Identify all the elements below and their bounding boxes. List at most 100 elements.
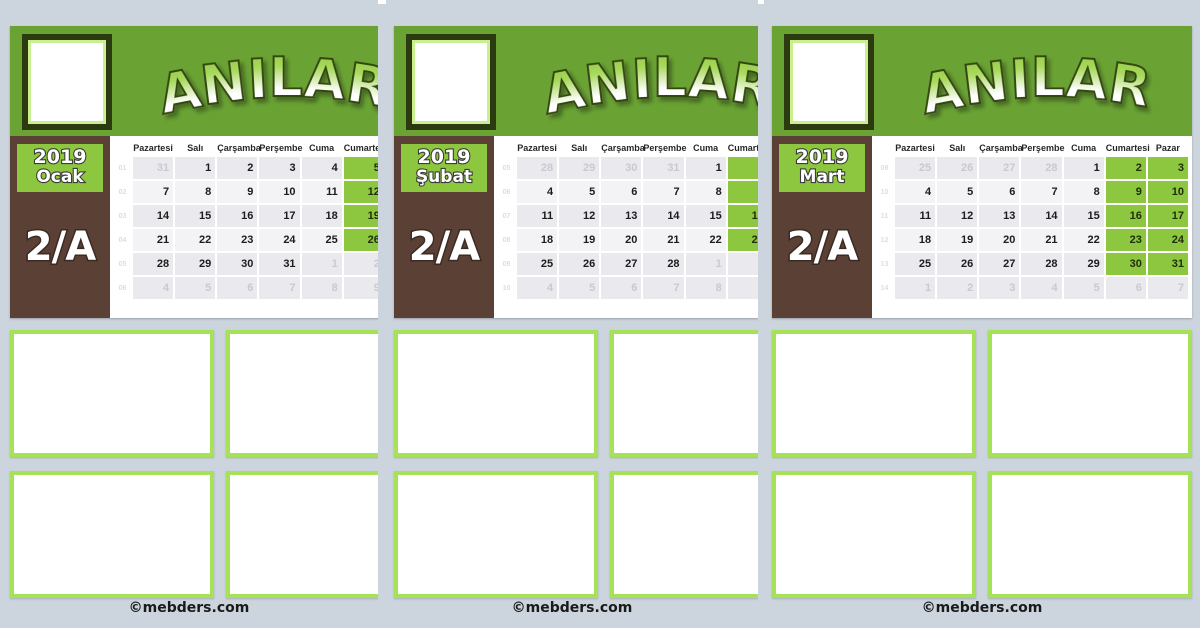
day-cell[interactable]: 16	[217, 205, 258, 227]
photo-frame[interactable]	[772, 330, 976, 457]
day-cell[interactable]: 28	[643, 253, 684, 275]
day-cell[interactable]: 18	[301, 205, 342, 227]
day-cell[interactable]: 1	[1063, 157, 1104, 179]
day-cell[interactable]: 15	[685, 205, 726, 227]
day-cell[interactable]: 16	[1105, 205, 1146, 227]
day-cell[interactable]: 25	[895, 157, 936, 179]
day-cell[interactable]: 4	[1021, 277, 1062, 299]
day-cell[interactable]: 21	[133, 229, 174, 251]
day-cell[interactable]: 28	[1021, 157, 1062, 179]
day-cell[interactable]: 28	[1021, 253, 1062, 275]
day-cell[interactable]: 3	[259, 157, 300, 179]
day-cell[interactable]: 17	[259, 205, 300, 227]
day-cell[interactable]: 31	[133, 157, 174, 179]
day-cell[interactable]: 27	[979, 253, 1020, 275]
day-cell[interactable]: 26	[937, 253, 978, 275]
day-cell[interactable]: 3	[979, 277, 1020, 299]
day-cell[interactable]: 5	[559, 277, 600, 299]
day-cell[interactable]: 25	[895, 253, 936, 275]
day-cell[interactable]: 2	[727, 157, 758, 179]
header-photo-frame[interactable]	[22, 34, 112, 130]
day-cell[interactable]: 31	[643, 157, 684, 179]
day-cell[interactable]: 4	[517, 181, 558, 203]
day-cell[interactable]: 23	[727, 229, 758, 251]
day-cell[interactable]: 14	[1021, 205, 1062, 227]
day-cell[interactable]: 1	[685, 253, 726, 275]
day-cell[interactable]: 6	[217, 277, 258, 299]
day-cell[interactable]: 8	[685, 277, 726, 299]
day-cell[interactable]: 13	[979, 205, 1020, 227]
day-cell[interactable]: 24	[259, 229, 300, 251]
day-cell[interactable]: 7	[259, 277, 300, 299]
day-cell[interactable]: 8	[175, 181, 216, 203]
day-cell[interactable]: 4	[517, 277, 558, 299]
day-cell[interactable]: 31	[1147, 253, 1188, 275]
photo-frame[interactable]	[10, 330, 214, 457]
day-cell[interactable]: 21	[643, 229, 684, 251]
day-cell[interactable]: 1	[301, 253, 342, 275]
day-cell[interactable]: 9	[1105, 181, 1146, 203]
day-cell[interactable]: 5	[1063, 277, 1104, 299]
photo-frame[interactable]	[226, 330, 378, 457]
day-cell[interactable]: 21	[1021, 229, 1062, 251]
photo-frame[interactable]	[394, 330, 598, 457]
day-cell[interactable]: 4	[133, 277, 174, 299]
photo-frame[interactable]	[988, 330, 1192, 457]
photo-frame[interactable]	[10, 471, 214, 598]
day-cell[interactable]: 6	[1105, 277, 1146, 299]
day-cell[interactable]: 20	[601, 229, 642, 251]
header-photo-frame[interactable]	[784, 34, 874, 130]
day-cell[interactable]: 5	[175, 277, 216, 299]
day-cell[interactable]: 29	[1063, 253, 1104, 275]
day-cell[interactable]: 19	[343, 205, 378, 227]
day-cell[interactable]: 7	[133, 181, 174, 203]
day-cell[interactable]: 8	[301, 277, 342, 299]
day-cell[interactable]: 9	[727, 181, 758, 203]
photo-frame[interactable]	[772, 471, 976, 598]
day-cell[interactable]: 2	[1105, 157, 1146, 179]
day-cell[interactable]: 23	[217, 229, 258, 251]
day-cell[interactable]: 2	[937, 277, 978, 299]
day-cell[interactable]: 6	[601, 277, 642, 299]
day-cell[interactable]: 14	[643, 205, 684, 227]
day-cell[interactable]: 7	[1021, 181, 1062, 203]
day-cell[interactable]: 25	[517, 253, 558, 275]
day-cell[interactable]: 6	[601, 181, 642, 203]
day-cell[interactable]: 16	[727, 205, 758, 227]
day-cell[interactable]: 18	[517, 229, 558, 251]
day-cell[interactable]: 9	[727, 277, 758, 299]
day-cell[interactable]: 11	[301, 181, 342, 203]
day-cell[interactable]: 22	[1063, 229, 1104, 251]
day-cell[interactable]: 3	[1147, 157, 1188, 179]
day-cell[interactable]: 12	[343, 181, 378, 203]
day-cell[interactable]: 7	[1147, 277, 1188, 299]
day-cell[interactable]: 7	[643, 181, 684, 203]
day-cell[interactable]: 8	[1063, 181, 1104, 203]
photo-frame[interactable]	[610, 330, 758, 457]
day-cell[interactable]: 2	[343, 253, 378, 275]
day-cell[interactable]: 28	[133, 253, 174, 275]
day-cell[interactable]: 13	[601, 205, 642, 227]
day-cell[interactable]: 27	[979, 157, 1020, 179]
day-cell[interactable]: 26	[559, 253, 600, 275]
day-cell[interactable]: 6	[979, 181, 1020, 203]
day-cell[interactable]: 10	[259, 181, 300, 203]
day-cell[interactable]: 14	[133, 205, 174, 227]
day-cell[interactable]: 23	[1105, 229, 1146, 251]
day-cell[interactable]: 15	[175, 205, 216, 227]
day-cell[interactable]: 1	[175, 157, 216, 179]
day-cell[interactable]: 24	[1147, 229, 1188, 251]
day-cell[interactable]: 1	[685, 157, 726, 179]
day-cell[interactable]: 18	[895, 229, 936, 251]
day-cell[interactable]: 4	[895, 181, 936, 203]
day-cell[interactable]: 19	[937, 229, 978, 251]
day-cell[interactable]: 30	[601, 157, 642, 179]
day-cell[interactable]: 9	[343, 277, 378, 299]
day-cell[interactable]: 28	[517, 157, 558, 179]
day-cell[interactable]: 19	[559, 229, 600, 251]
day-cell[interactable]: 2	[727, 253, 758, 275]
day-cell[interactable]: 4	[301, 157, 342, 179]
day-cell[interactable]: 27	[601, 253, 642, 275]
day-cell[interactable]: 5	[343, 157, 378, 179]
photo-frame[interactable]	[226, 471, 378, 598]
